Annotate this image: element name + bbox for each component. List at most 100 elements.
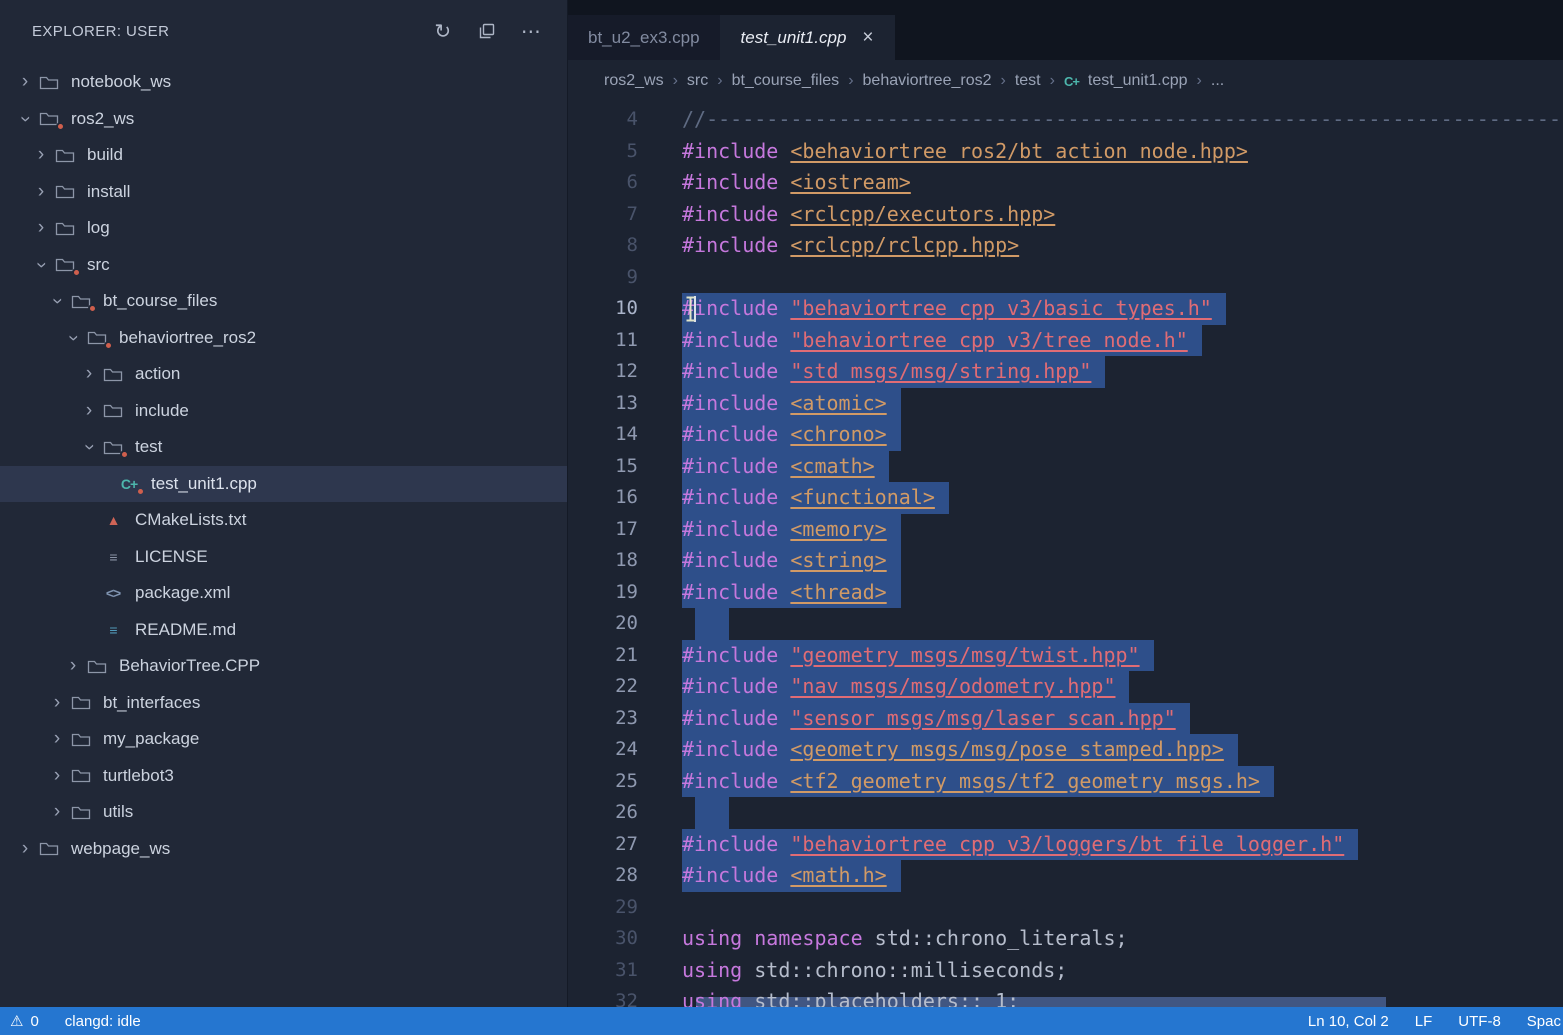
line-number: 18 [568,545,638,577]
tree-folder-turtlebot3[interactable]: ›turtlebot3 [0,758,567,795]
tree-item-label: utils [103,802,133,822]
line-text [682,608,729,640]
code-line-28[interactable]: 28#include <math.h> [568,860,1563,892]
code-line-31[interactable]: 31using std::chrono::milliseconds; [568,955,1563,987]
selection-highlight: #include <tf2_geometry_msgs/tf2_geometry… [682,766,1274,798]
code-line-22[interactable]: 22#include "nav_msgs/msg/odometry.hpp" [568,671,1563,703]
tree-folder-src[interactable]: ›src [0,247,567,284]
code-line-29[interactable]: 29 [568,892,1563,924]
code-line-25[interactable]: 25#include <tf2_geometry_msgs/tf2_geomet… [568,766,1563,798]
code-line-21[interactable]: 21#include "geometry_msgs/msg/twist.hpp" [568,640,1563,672]
code-token: #include [682,769,778,793]
tree-folder-my_package[interactable]: ›my_package [0,721,567,758]
tree-file-README.md[interactable]: ≡README.md [0,612,567,649]
breadcrumb-item[interactable]: ... [1211,72,1224,90]
tree-folder-behaviortree_ros2[interactable]: ›behaviortree_ros2 [0,320,567,357]
tree-folder-test[interactable]: ›test [0,429,567,466]
tree-file-package.xml[interactable]: <>package.xml [0,575,567,612]
tab-test_unit1.cpp[interactable]: test_unit1.cpp× [721,15,895,60]
tree-folder-install[interactable]: ›install [0,174,567,211]
selection-highlight: #include "behaviortree_cpp_v3/tree_node.… [682,325,1202,357]
code-line-8[interactable]: 8#include <rclcpp/rclcpp.hpp> [568,230,1563,262]
tab-bt_u2_ex3.cpp[interactable]: bt_u2_ex3.cpp [568,15,721,60]
indentation-indicator[interactable]: Spac [1527,1013,1561,1030]
tree-folder-include[interactable]: ›include [0,393,567,430]
chevron-right-icon: › [1050,72,1055,90]
tree-folder-ros2_ws[interactable]: ›ros2_ws [0,101,567,138]
line-number: 20 [568,608,638,640]
tree-item-label: README.md [135,620,236,640]
split-editor-icon[interactable] [465,13,509,49]
tree-folder-log[interactable]: ›log [0,210,567,247]
code-line-15[interactable]: 15#include <cmath> [568,451,1563,483]
code-line-27[interactable]: 27#include "behaviortree_cpp_v3/loggers/… [568,829,1563,861]
code-line-16[interactable]: 16#include <functional> [568,482,1563,514]
line-text: #include "std_msgs/msg/string.hpp" [682,356,1105,388]
tree-folder-build[interactable]: ›build [0,137,567,174]
folder-icon [100,436,126,458]
problems-indicator[interactable]: ⚠ 0 [10,1012,39,1030]
code-line-7[interactable]: 7#include <rclcpp/executors.hpp> [568,199,1563,231]
tree-folder-utils[interactable]: ›utils [0,794,567,831]
code-token: "behaviortree_cpp_v3/tree_node.h" [790,328,1187,352]
selection-highlight: #include <string> [682,545,901,577]
code-line-4[interactable]: 4//-------------------------------------… [568,104,1563,136]
tree-folder-webpage_ws[interactable]: ›webpage_ws [0,831,567,868]
code-line-23[interactable]: 23#include "sensor_msgs/msg/laser_scan.h… [568,703,1563,735]
code-line-30[interactable]: 30using namespace std::chrono_literals; [568,923,1563,955]
breadcrumb-item[interactable]: test [1015,72,1041,90]
cursor-position-indicator[interactable]: Ln 10, Col 2 [1308,1013,1389,1030]
encoding-indicator[interactable]: UTF-8 [1458,1013,1501,1030]
folder-icon [52,144,78,166]
code-line-18[interactable]: 18 #include <string> [568,545,1563,577]
code-line-5[interactable]: 5#include <behaviortree_ros2/bt_action_n… [568,136,1563,168]
breadcrumb-item[interactable]: test_unit1.cpp [1088,72,1188,90]
code-line-12[interactable]: 12#include "std_msgs/msg/string.hpp" [568,356,1563,388]
tree-item-label: package.xml [135,583,230,603]
code-line-9[interactable]: 9 [568,262,1563,294]
line-text: //--------------------------------------… [682,104,1563,136]
code-line-14[interactable]: 14#include <chrono> [568,419,1563,451]
code-line-6[interactable]: 6#include <iostream> [568,167,1563,199]
code-area[interactable]: 4//-------------------------------------… [568,102,1563,1007]
code-token [778,202,790,226]
breadcrumb-item[interactable]: behaviortree_ros2 [863,72,992,90]
breadcrumb-item[interactable]: bt_course_files [732,72,840,90]
tree-folder-bt_course_files[interactable]: ›bt_course_files [0,283,567,320]
code-token: namespace [754,926,862,950]
line-number: 27 [568,829,638,861]
code-token [778,548,790,572]
tree-folder-BehaviorTree.CPP[interactable]: ›BehaviorTree.CPP [0,648,567,685]
code-line-24[interactable]: 24#include <geometry_msgs/msg/pose_stamp… [568,734,1563,766]
more-actions-icon[interactable]: ⋯ [509,13,553,49]
language-server-status[interactable]: clangd: idle [65,1013,141,1030]
code-line-17[interactable]: 17#include <memory> [568,514,1563,546]
eol-indicator[interactable]: LF [1415,1013,1433,1030]
breadcrumb-item[interactable]: ros2_ws [604,72,664,90]
refresh-icon[interactable]: ↻ [421,13,465,49]
breadcrumb: ros2_ws›src›bt_course_files›behaviortree… [568,60,1563,102]
code-line-13[interactable]: 13#include <atomic> [568,388,1563,420]
tree-item-label: BehaviorTree.CPP [119,656,260,676]
tree-file-CMakeLists.txt[interactable]: ▲CMakeLists.txt [0,502,567,539]
line-number: 30 [568,923,638,955]
tree-folder-notebook_ws[interactable]: ›notebook_ws [0,64,567,101]
code-line-11[interactable]: 11#include "behaviortree_cpp_v3/tree_nod… [568,325,1563,357]
tree-folder-bt_interfaces[interactable]: ›bt_interfaces [0,685,567,722]
code-token: <cmath> [790,454,874,478]
code-line-19[interactable]: 19#include <thread> [568,577,1563,609]
code-line-26[interactable]: 26 [568,797,1563,829]
code-line-10[interactable]: 10#include "behaviortree_cpp_v3/basic_ty… [568,293,1563,325]
code-line-20[interactable]: 20 [568,608,1563,640]
line-number: 28 [568,860,638,892]
tree-file-test_unit1.cpp[interactable]: C+test_unit1.cpp [0,466,567,503]
cpp-file-icon: C+ [116,473,142,495]
code-token: using [682,958,742,982]
vscode-window: EXPLORER: USER ↻ ⋯ ›notebook_ws›ros2_ws›… [0,0,1563,1035]
tree-item-label: install [87,182,130,202]
close-icon[interactable]: × [862,27,873,49]
mouse-ibeam-cursor [684,295,697,333]
breadcrumb-item[interactable]: src [687,72,708,90]
tree-folder-action[interactable]: ›action [0,356,567,393]
tree-file-LICENSE[interactable]: ≡LICENSE [0,539,567,576]
